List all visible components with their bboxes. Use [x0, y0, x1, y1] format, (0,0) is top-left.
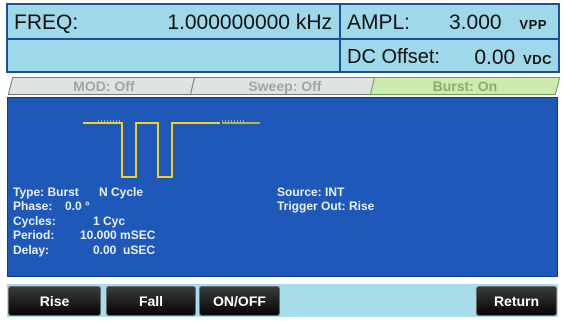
- freq-value: 1.000000000 kHz: [167, 11, 332, 34]
- burst-screen: FREQ: 1.000000000 kHz AMPL: 3.000 VPP DC…: [0, 0, 566, 324]
- ampl-unit: VPP: [519, 17, 547, 32]
- info-delay-key: Delay:: [13, 243, 50, 257]
- offset-unit: VDC: [523, 52, 552, 67]
- offset-number: 0.00: [474, 46, 516, 69]
- info-period-value: 10.000 mSEC: [80, 228, 156, 242]
- burst-panel: Type: Burst N Cycle Phase: 0.0 ° Cycles:…: [7, 97, 558, 277]
- mode-tabs: MOD: Off Sweep: Off Burst: On: [6, 77, 561, 97]
- rise-button[interactable]: Rise: [8, 286, 101, 316]
- offset-value: 0.00 VDC: [474, 46, 552, 70]
- tab-sweep[interactable]: Sweep: Off: [189, 77, 381, 95]
- info-source: Source: INT: [277, 185, 345, 199]
- ampl-number: 3.000: [449, 11, 502, 34]
- return-button[interactable]: Return: [476, 286, 557, 316]
- tab-sweep-label: Sweep: Off: [248, 78, 322, 94]
- waveform-trace: [83, 122, 220, 178]
- info-type-key: Type: Burst: [13, 185, 79, 199]
- offset-label: DC Offset:: [347, 46, 440, 68]
- tab-burst-label: Burst: On: [432, 78, 498, 94]
- info-cycles-value: 1 Cyc: [93, 214, 126, 228]
- info-trigger-out: Trigger Out: Rise: [277, 199, 375, 213]
- ampl-box: AMPL: 3.000 VPP: [339, 3, 560, 40]
- on-off-button[interactable]: ON/OFF: [199, 286, 280, 316]
- info-phase-value: 0.0 °: [65, 199, 90, 213]
- info-period-key: Period:: [13, 228, 55, 242]
- freq-label: FREQ:: [14, 11, 79, 34]
- offset-box: DC Offset: 0.00 VDC: [339, 38, 560, 73]
- tab-mod[interactable]: MOD: Off: [7, 77, 201, 95]
- freq-secondary-box: [6, 38, 341, 73]
- info-cycles-key: Cycles:: [13, 214, 56, 228]
- ampl-label: AMPL:: [347, 11, 411, 34]
- ampl-value: 3.000 VPP: [449, 11, 547, 35]
- info-delay-value: 0.00 uSEC: [93, 243, 156, 257]
- freq-box: FREQ: 1.000000000 kHz: [6, 3, 341, 40]
- info-phase-key: Phase:: [13, 199, 53, 213]
- fall-button[interactable]: Fall: [106, 286, 196, 316]
- info-type-value: N Cycle: [99, 185, 144, 199]
- tab-mod-label: MOD: Off: [73, 78, 135, 94]
- tab-burst[interactable]: Burst: On: [369, 77, 561, 95]
- softkey-bar: Rise Fall ON/OFF Return: [7, 284, 558, 317]
